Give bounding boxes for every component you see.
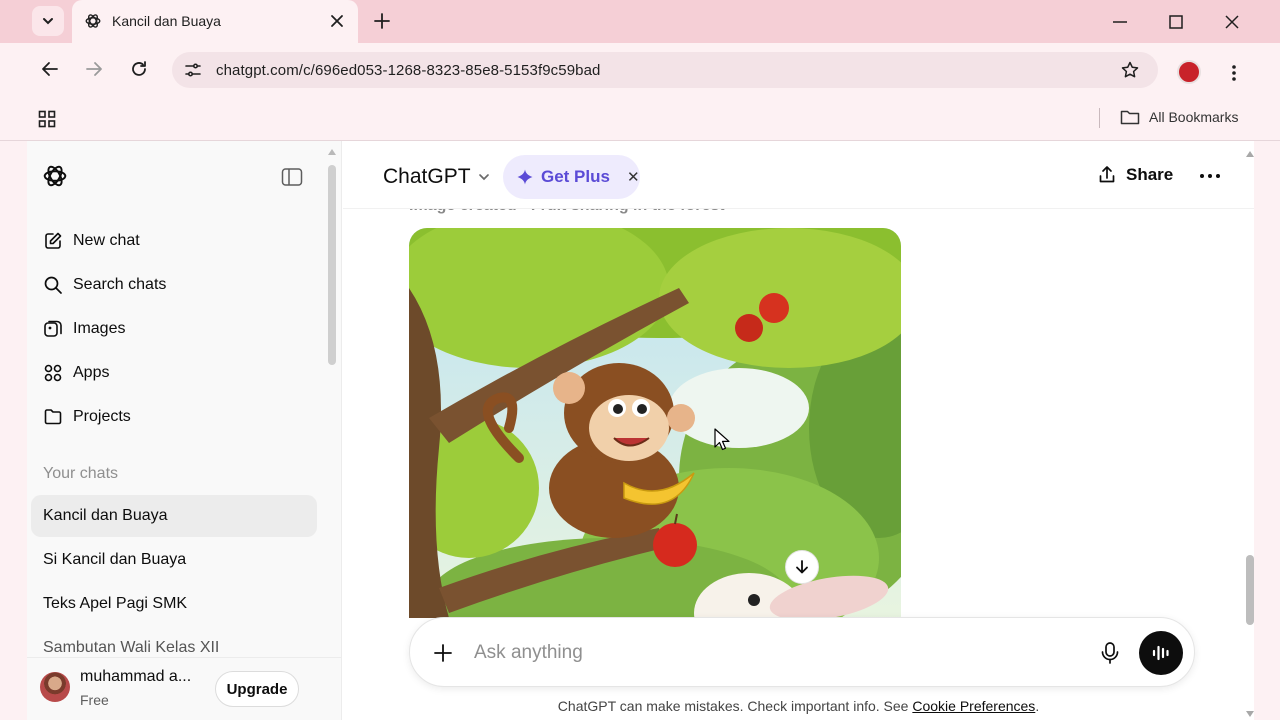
scroll-to-bottom-button[interactable] xyxy=(785,550,819,584)
voice-waveform-icon xyxy=(1152,645,1169,661)
chat-item[interactable]: Si Kancil dan Buaya xyxy=(31,539,317,581)
openai-logo-icon[interactable] xyxy=(42,163,68,189)
disclaimer: ChatGPT can make mistakes. Check importa… xyxy=(343,698,1254,714)
user-plan: Free xyxy=(80,692,109,708)
model-selector[interactable]: ChatGPT xyxy=(383,165,491,189)
url-text: chatgpt.com/c/696ed053-1268-8323-85e8-51… xyxy=(216,62,601,79)
sidebar-item-label: New chat xyxy=(73,232,140,249)
maximize-icon[interactable] xyxy=(1166,12,1186,32)
sidebar-item-label: Projects xyxy=(73,408,131,425)
get-plus-label: Get Plus xyxy=(541,167,610,186)
microphone-icon[interactable] xyxy=(1099,641,1121,665)
user-name[interactable]: muhammad a... xyxy=(80,668,191,686)
browser-menu-icon[interactable] xyxy=(1224,63,1244,83)
all-bookmarks-label: All Bookmarks xyxy=(1149,109,1239,125)
edit-icon xyxy=(45,232,62,249)
share-label: Share xyxy=(1126,165,1174,184)
sidebar-item-label: Images xyxy=(73,320,126,337)
chevron-down-icon xyxy=(478,174,489,181)
sidebar-item-images[interactable]: Images xyxy=(31,309,317,349)
scroll-up-arrow[interactable] xyxy=(328,149,336,155)
search-icon xyxy=(44,276,62,294)
folder-icon xyxy=(1120,110,1140,125)
share-icon xyxy=(1099,166,1115,183)
window-frame-left xyxy=(0,141,27,720)
sidebar: New chat Search chats Images Apps Projec… xyxy=(27,141,342,720)
tab-search-button[interactable] xyxy=(32,6,64,36)
window-close-icon[interactable] xyxy=(1222,12,1242,32)
mouse-cursor-icon xyxy=(714,428,730,451)
tab-title: Kancil dan Buaya xyxy=(112,13,221,29)
divider xyxy=(1099,108,1100,128)
disclaimer-text: ChatGPT can make mistakes. Check importa… xyxy=(557,698,913,714)
arrow-down-icon xyxy=(796,560,808,574)
sidebar-item-search-chats[interactable]: Search chats xyxy=(31,265,317,305)
sidebar-item-new-chat[interactable]: New chat xyxy=(31,221,317,261)
browser-tab-strip: Kancil dan Buaya xyxy=(0,0,1280,43)
browser-tab-active[interactable]: Kancil dan Buaya xyxy=(72,0,358,43)
all-bookmarks-button[interactable]: All Bookmarks xyxy=(1120,109,1238,125)
user-account-footer: muhammad a... Free Upgrade xyxy=(27,657,341,720)
sidebar-item-label: Search chats xyxy=(73,276,167,293)
new-tab-icon[interactable] xyxy=(372,11,392,31)
sidebar-scrollbar-thumb[interactable] xyxy=(328,165,336,365)
dismiss-icon[interactable]: ✕ xyxy=(627,168,640,186)
sparkle-icon xyxy=(517,169,533,185)
forward-arrow-icon[interactable] xyxy=(84,59,104,79)
section-label-your-chats: Your chats xyxy=(43,465,119,482)
sidebar-item-label: Apps xyxy=(73,364,110,381)
sidebar-item-apps[interactable]: Apps xyxy=(31,353,317,393)
window-frame-right xyxy=(1254,141,1280,720)
reload-icon[interactable] xyxy=(129,59,149,79)
avatar[interactable] xyxy=(40,672,70,702)
profile-avatar[interactable] xyxy=(1177,60,1201,84)
composer xyxy=(409,617,1195,687)
minimize-icon[interactable] xyxy=(1110,12,1130,32)
model-name: ChatGPT xyxy=(383,165,471,188)
voice-mode-button[interactable] xyxy=(1139,631,1183,675)
address-bar[interactable]: chatgpt.com/c/696ed053-1268-8323-85e8-51… xyxy=(172,52,1158,88)
bookmark-star-icon[interactable] xyxy=(1120,60,1140,80)
browser-toolbar: chatgpt.com/c/696ed053-1268-8323-85e8-51… xyxy=(0,43,1280,95)
plus-icon[interactable] xyxy=(433,643,453,663)
sidebar-item-projects[interactable]: Projects xyxy=(31,397,317,437)
generated-image[interactable] xyxy=(409,228,901,618)
openai-logo-icon xyxy=(85,14,101,28)
cookie-preferences-link[interactable]: Cookie Preferences xyxy=(912,698,1035,714)
back-arrow-icon[interactable] xyxy=(40,59,60,79)
main-content: ChatGPT Get Plus ✕ Share Image created ·… xyxy=(343,141,1254,720)
apps-grid-icon[interactable] xyxy=(38,110,56,128)
chat-item[interactable]: Teks Apel Pagi SMK xyxy=(31,583,317,625)
disclaimer-suffix: . xyxy=(1035,698,1040,714)
main-scrollbar-thumb[interactable] xyxy=(1246,555,1254,625)
images-icon xyxy=(44,320,62,337)
site-settings-icon[interactable] xyxy=(184,61,202,79)
get-plus-button[interactable]: Get Plus ✕ xyxy=(503,155,640,199)
more-options-icon[interactable] xyxy=(1199,169,1221,183)
scroll-down-arrow[interactable] xyxy=(1246,711,1254,717)
chat-item-active[interactable]: Kancil dan Buaya xyxy=(31,495,317,537)
chevron-down-icon xyxy=(43,18,53,25)
bookmarks-bar: All Bookmarks xyxy=(0,95,1280,141)
chat-header: ChatGPT Get Plus ✕ Share xyxy=(343,141,1254,209)
sidebar-toggle-icon[interactable] xyxy=(281,167,303,187)
close-icon[interactable] xyxy=(328,12,346,30)
share-button[interactable]: Share xyxy=(1097,165,1173,185)
folder-icon xyxy=(44,409,62,425)
upgrade-button[interactable]: Upgrade xyxy=(215,671,299,707)
prompt-input[interactable] xyxy=(474,636,1074,670)
apps-icon xyxy=(44,364,62,382)
scroll-up-arrow[interactable] xyxy=(1246,151,1254,157)
